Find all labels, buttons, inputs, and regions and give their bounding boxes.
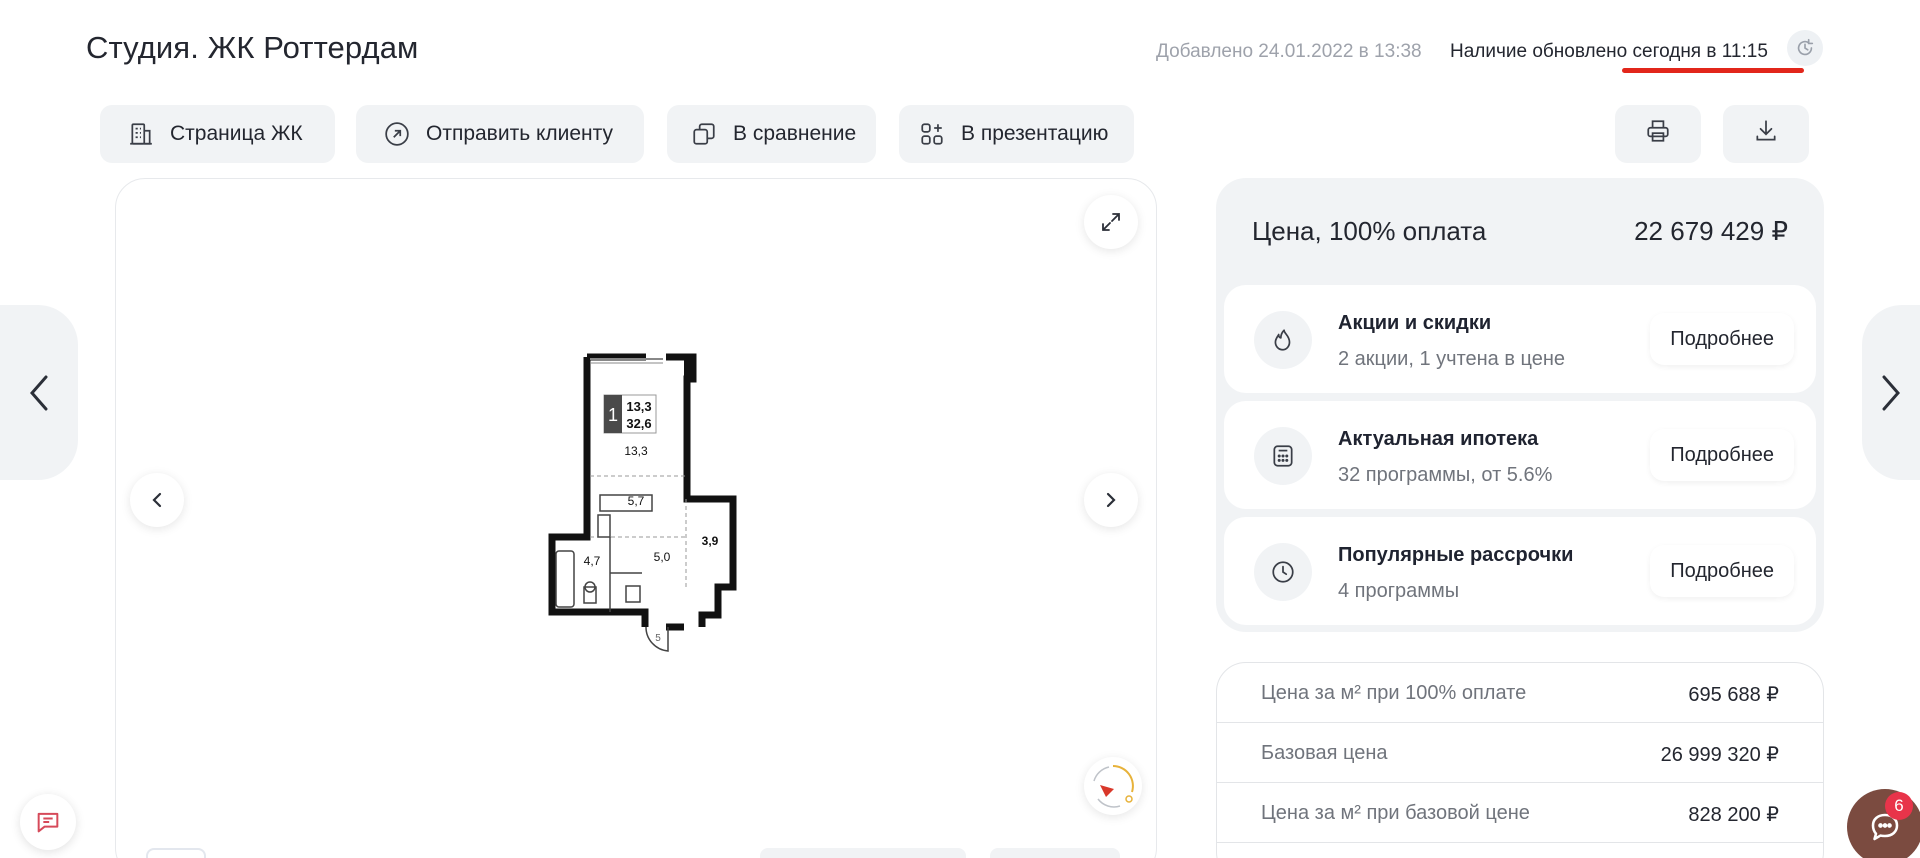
refresh-icon[interactable] <box>1787 30 1823 66</box>
plan-total-area: 32,6 <box>626 416 651 431</box>
bottom-button-partial[interactable] <box>990 848 1120 858</box>
compare-label: В сравнение <box>733 122 857 145</box>
expand-button[interactable] <box>1084 195 1138 249</box>
compass-icon <box>1093 765 1134 808</box>
add-grid-icon <box>919 121 945 147</box>
offer-mortgage[interactable]: Актуальная ипотека 32 программы, от 5.6%… <box>1224 401 1816 509</box>
presentation-button[interactable]: В презентацию <box>899 105 1134 163</box>
previous-listing-button[interactable] <box>0 305 78 480</box>
expand-icon <box>1102 213 1120 231</box>
building-icon <box>128 121 154 147</box>
availability-updated: Наличие обновлено сегодня в 11:15 <box>1450 41 1768 62</box>
table-row: Цена за м² при базовой цене 828 200 ₽ <box>1217 783 1823 843</box>
highlight-underline <box>1622 68 1804 73</box>
price-details-table: Цена за м² при 100% оплате 695 688 ₽ Баз… <box>1216 662 1824 858</box>
offer-title: Актуальная ипотека <box>1338 428 1539 450</box>
offer-subtitle: 4 программы <box>1338 580 1460 602</box>
plan-room-main: 13,3 <box>624 444 648 458</box>
detail-value: 828 200 ₽ <box>1688 804 1779 826</box>
next-listing-button[interactable] <box>1862 305 1920 480</box>
send-to-client-label: Отправить клиенту <box>426 122 614 145</box>
page-title: Студия. ЖК Роттердам <box>86 30 419 65</box>
detail-label: Цена за м² при 100% оплате <box>1261 682 1527 704</box>
presentation-label: В презентацию <box>961 122 1109 145</box>
complex-page-button[interactable]: Страница ЖК <box>100 105 335 163</box>
compare-button[interactable]: В сравнение <box>667 105 876 163</box>
offer-discounts[interactable]: Акции и скидки 2 акции, 1 учтена в цене … <box>1224 285 1816 393</box>
compass-button[interactable] <box>1084 757 1142 815</box>
plan-rooms-count: 1 <box>608 405 618 425</box>
plan-room-bath: 4,7 <box>584 554 601 568</box>
chevron-right-icon <box>1882 375 1900 410</box>
printer-icon <box>1645 118 1671 150</box>
offer-subtitle: 32 программы, от 5.6% <box>1338 464 1553 486</box>
price-panel: Цена, 100% оплата 22 679 429 ₽ Акции и с… <box>1216 178 1824 632</box>
feedback-button[interactable] <box>20 794 76 850</box>
plan-room-balcony: 3,9 <box>702 534 719 548</box>
detail-value: 26 999 320 ₽ <box>1660 744 1779 766</box>
chevron-right-icon <box>1106 492 1116 508</box>
price-title: Цена, 100% оплата <box>1252 216 1487 246</box>
offer-installments[interactable]: Популярные рассрочки 4 программы Подробн… <box>1224 517 1816 625</box>
plan-prev-button[interactable] <box>130 473 184 527</box>
floor-plan-card: 1 13,3 32,6 13,3 5,7 3,9 4,7 5,0 5 <box>115 178 1157 858</box>
plan-room-entry: 5 <box>655 633 661 644</box>
detail-label: Цена за м² при базовой цене <box>1261 802 1530 824</box>
plan-room-corridor: 5,0 <box>654 550 671 564</box>
plan-room-hall: 5,7 <box>628 494 645 508</box>
send-to-client-button[interactable]: Отправить клиенту <box>356 105 644 163</box>
unread-badge: 6 <box>1885 792 1913 820</box>
bottom-button-partial[interactable] <box>760 848 966 858</box>
copy-icon <box>691 121 717 147</box>
share-arrow-icon <box>384 121 410 147</box>
chevron-left-icon <box>152 492 162 508</box>
chevron-left-icon <box>30 375 48 410</box>
thumbnail-preview[interactable] <box>146 848 206 858</box>
complex-page-label: Страница ЖК <box>170 122 303 145</box>
price-value: 22 679 429 ₽ <box>1634 216 1788 246</box>
offer-more-button[interactable]: Подробнее <box>1650 545 1794 597</box>
offer-subtitle: 2 акции, 1 учтена в цене <box>1338 348 1566 370</box>
clock-icon <box>1254 543 1312 601</box>
plan-next-button[interactable] <box>1084 473 1138 527</box>
detail-label: Базовая цена <box>1261 742 1388 764</box>
chat-icon <box>37 812 59 833</box>
offer-title: Популярные рассрочки <box>1338 544 1574 566</box>
offer-title: Акции и скидки <box>1338 312 1492 334</box>
download-icon <box>1753 118 1779 150</box>
added-date: Добавлено 24.01.2022 в 13:38 <box>1156 41 1422 62</box>
download-button[interactable] <box>1723 105 1809 163</box>
plan-living-area: 13,3 <box>626 399 651 414</box>
offer-more-button[interactable]: Подробнее <box>1650 429 1794 481</box>
floor-plan-drawing: 1 13,3 32,6 13,3 5,7 3,9 4,7 5,0 5 <box>548 353 737 652</box>
detail-value: 695 688 ₽ <box>1688 684 1779 706</box>
fire-icon <box>1254 311 1312 369</box>
table-row: Базовая цена 26 999 320 ₽ <box>1217 723 1823 783</box>
calculator-icon <box>1254 427 1312 485</box>
offer-more-button[interactable]: Подробнее <box>1650 313 1794 365</box>
print-button[interactable] <box>1615 105 1701 163</box>
table-row: Цена за м² при 100% оплате 695 688 ₽ <box>1217 663 1823 723</box>
